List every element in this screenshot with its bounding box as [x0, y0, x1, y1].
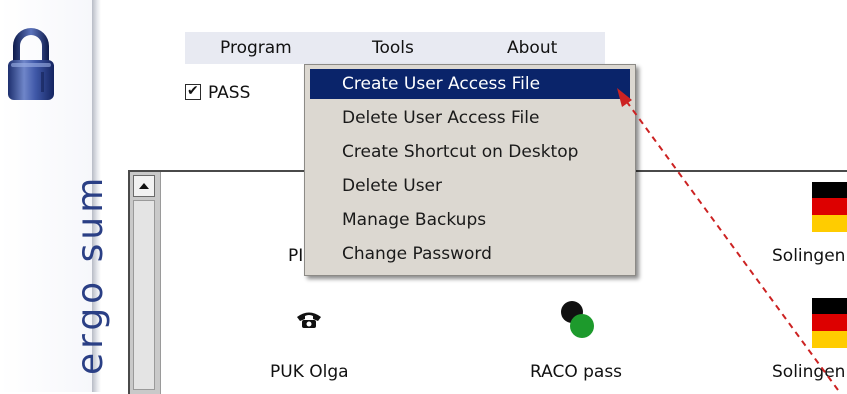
list-item-label[interactable]: RACO pass: [530, 362, 622, 382]
german-flag-icon: [812, 298, 847, 348]
telephone-icon: [297, 312, 321, 328]
scroll-track[interactable]: [133, 200, 155, 390]
padlock-icon: [8, 28, 54, 100]
menu-about[interactable]: About: [507, 32, 557, 64]
pass-checkbox-label: PASS: [208, 83, 251, 103]
menu-item-delete-user[interactable]: Delete User: [310, 171, 630, 201]
list-item-label[interactable]: PUK Olga: [270, 362, 349, 382]
menu-bar: Program Tools About: [185, 32, 605, 64]
menu-item-create-user-access-file[interactable]: Create User Access File: [310, 69, 630, 99]
german-flag-icon: [812, 182, 847, 232]
vertical-scrollbar[interactable]: [130, 172, 161, 394]
menu-item-change-password[interactable]: Change Password: [310, 239, 630, 269]
list-item-label[interactable]: Solingen: [772, 362, 845, 382]
list-item-label[interactable]: PI: [288, 246, 303, 266]
list-item-label[interactable]: Solingen: [772, 246, 845, 266]
menu-item-delete-user-access-file[interactable]: Delete User Access File: [310, 103, 630, 133]
pass-checkbox[interactable]: ✔: [185, 83, 201, 100]
circles-icon: [561, 301, 594, 338]
arrow-up-icon: [139, 183, 149, 189]
scroll-up-button[interactable]: [133, 175, 155, 197]
tools-dropdown-menu: Create User Access File Delete User Acce…: [304, 64, 636, 276]
menu-item-create-shortcut[interactable]: Create Shortcut on Desktop: [310, 137, 630, 167]
brand-vertical-text: ergo sum: [70, 173, 111, 375]
menu-item-manage-backups[interactable]: Manage Backups: [310, 205, 630, 235]
checkmark-icon: ✔: [187, 83, 199, 99]
menu-tools[interactable]: Tools: [372, 32, 414, 64]
menu-program[interactable]: Program: [220, 32, 292, 64]
